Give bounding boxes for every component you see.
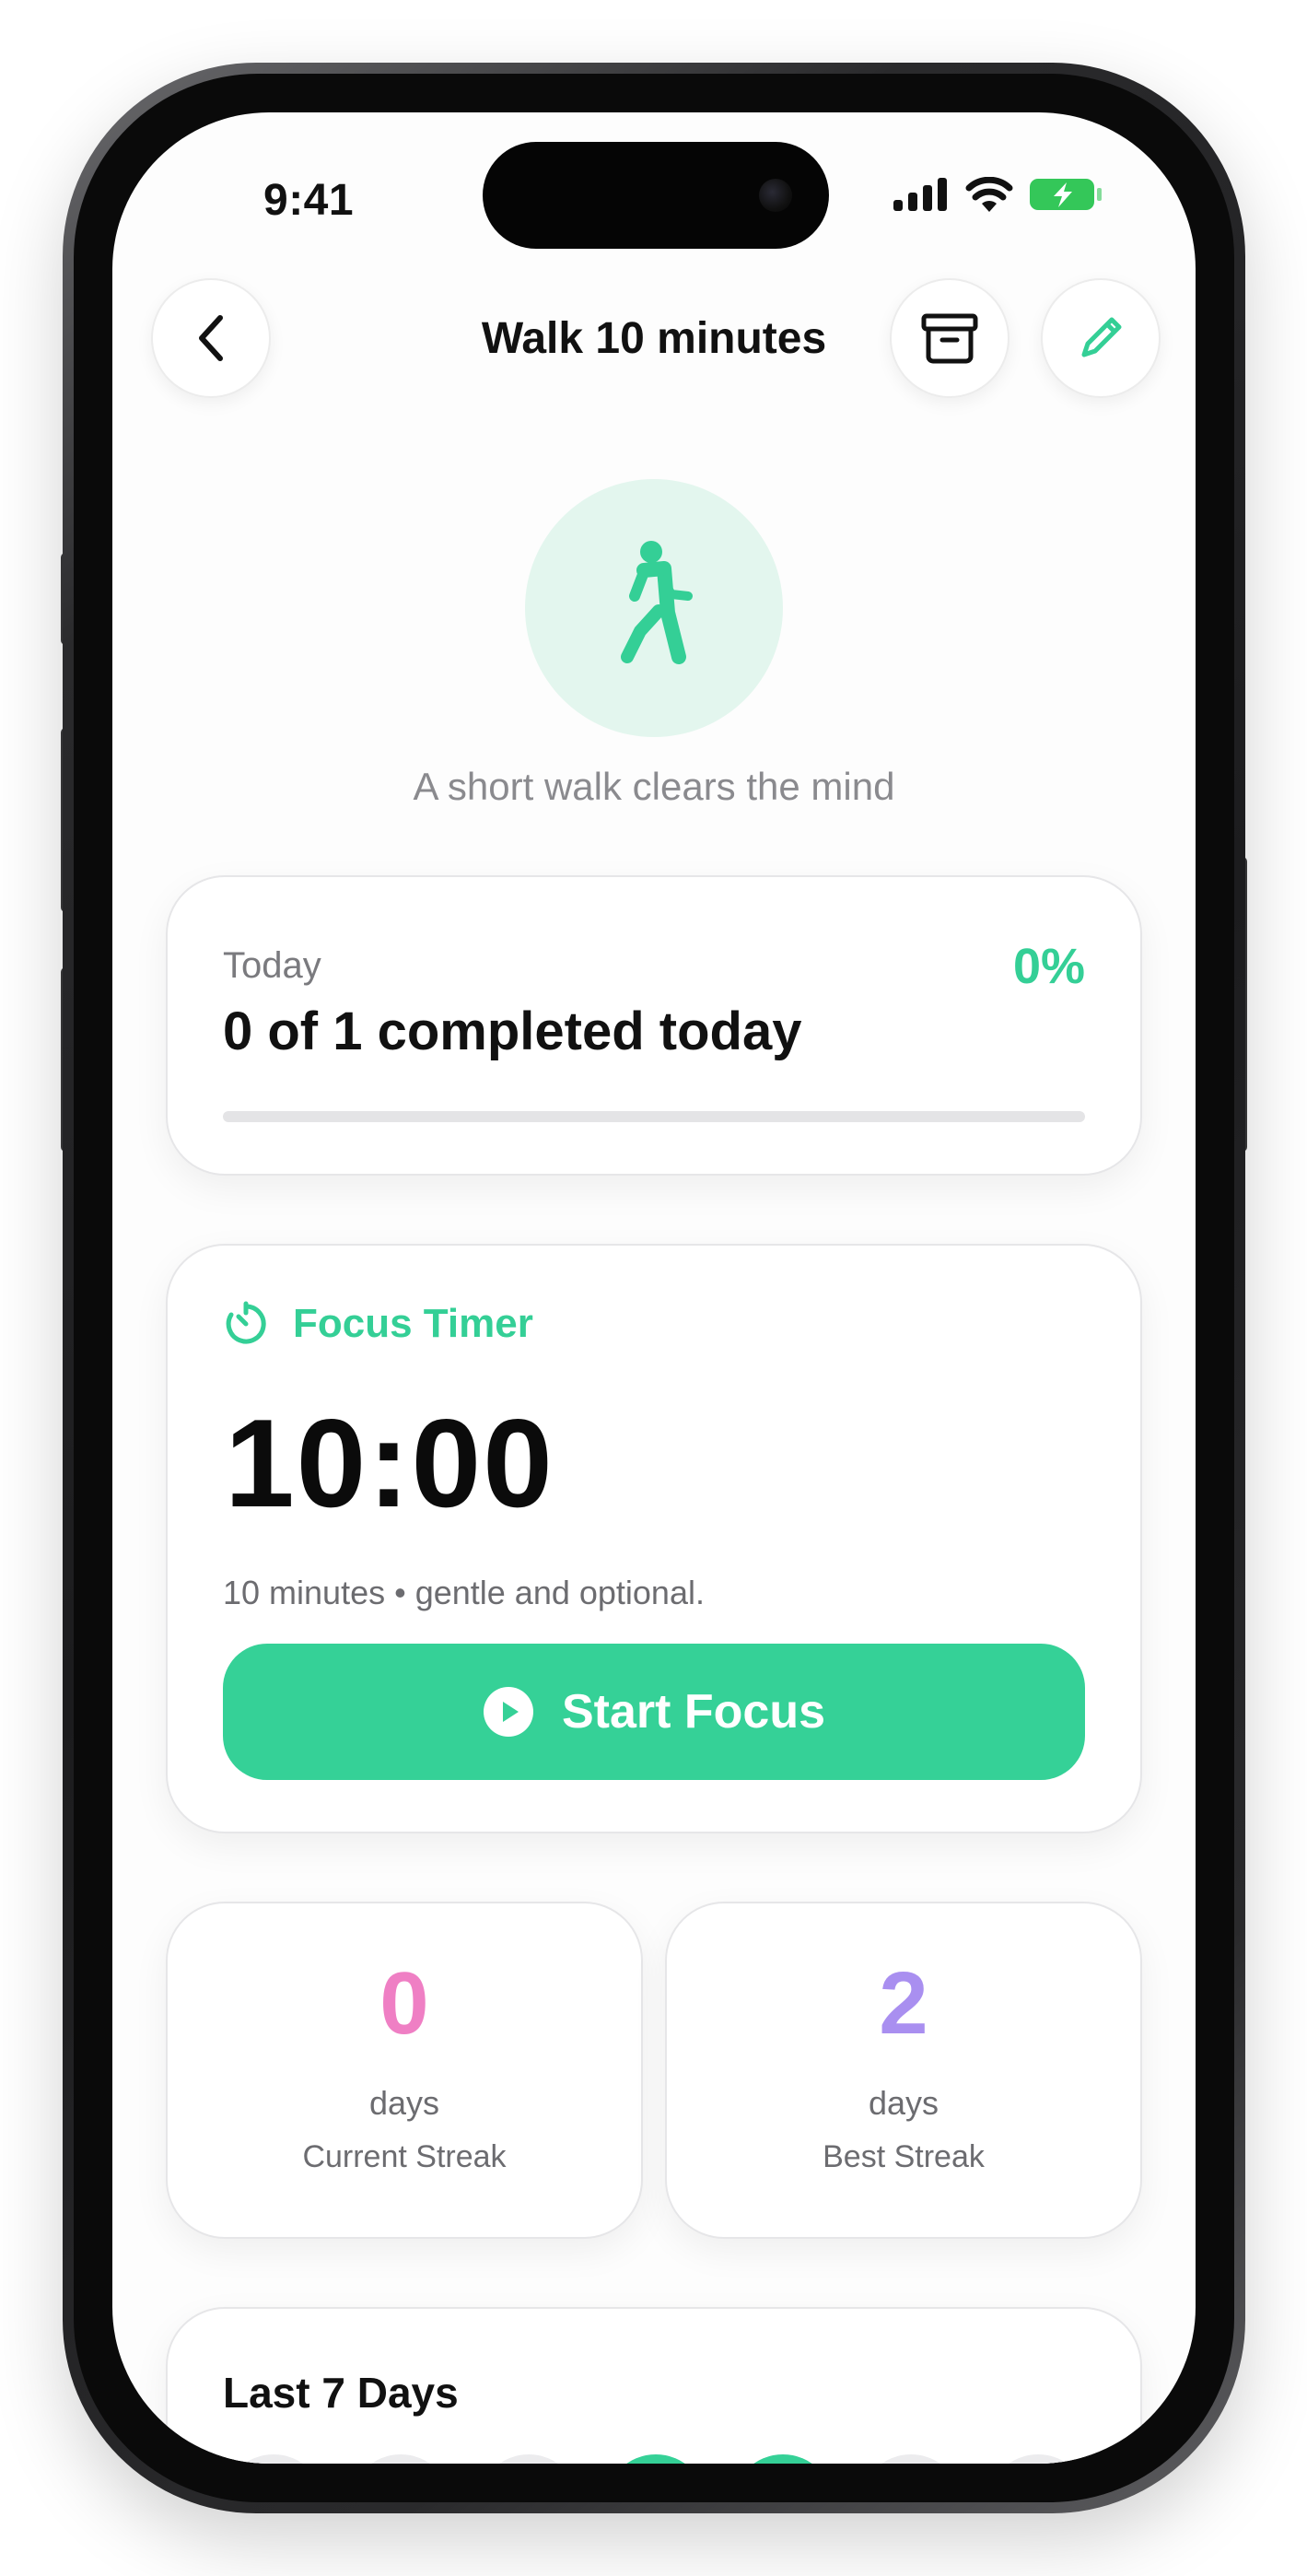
week-day-dots [223, 2454, 1089, 2464]
archive-icon [921, 313, 978, 364]
focus-timer-value: 10:00 [225, 1393, 554, 1533]
last-7-days-card: Last 7 Days [166, 2307, 1142, 2464]
day-dot [986, 2454, 1089, 2464]
walking-person-icon [621, 541, 693, 664]
best-streak-card: 2 days Best Streak [665, 1902, 1142, 2239]
day-dot [350, 2454, 452, 2464]
best-streak-caption: Best Streak [823, 2139, 985, 2174]
best-streak-value: 2 [879, 1954, 928, 2053]
play-circle-icon [483, 1687, 533, 1737]
signal-icon [893, 178, 947, 211]
pencil-icon [1081, 317, 1122, 357]
status-time: 9:41 [263, 176, 355, 225]
day-dot [604, 2454, 706, 2464]
focus-timer-note: 10 minutes • gentle and optional. [223, 1574, 705, 1611]
today-label: Today [223, 945, 321, 986]
focus-timer-card: Focus Timer 10:00 10 minutes • gentle an… [166, 1244, 1142, 1833]
page-title: Walk 10 minutes [481, 314, 827, 363]
wifi-icon [965, 177, 1013, 212]
habit-subtitle: A short walk clears the mind [413, 765, 895, 808]
today-percent: 0% [1012, 939, 1085, 994]
today-progress-card: Today 0% 0 of 1 completed today [166, 875, 1142, 1176]
best-streak-unit: days [868, 2084, 939, 2122]
today-progress-bar [223, 1111, 1085, 1122]
focus-timer-label: Focus Timer [293, 1301, 533, 1346]
archive-button[interactable] [890, 278, 1009, 398]
status-icons [893, 177, 1103, 212]
current-streak-value: 0 [379, 1954, 429, 2053]
start-focus-button[interactable]: Start Focus [223, 1644, 1085, 1780]
day-dot [732, 2454, 834, 2464]
day-dot [223, 2454, 324, 2464]
current-streak-caption: Current Streak [302, 2139, 507, 2174]
start-focus-label: Start Focus [561, 1685, 826, 1739]
day-dot [859, 2454, 962, 2464]
app-screen: 9:41 Walk 10 minutes A short walk clears… [112, 112, 1196, 2464]
battery-charging-icon [1030, 179, 1102, 210]
timer-icon [226, 1301, 266, 1344]
habit-icon-badge [525, 479, 783, 737]
edit-button[interactable] [1041, 278, 1161, 398]
current-streak-unit: days [368, 2084, 440, 2122]
last-7-days-title: Last 7 Days [223, 2369, 459, 2417]
current-streak-card: 0 days Current Streak [166, 1902, 643, 2239]
dynamic-island [483, 142, 829, 249]
day-dot [477, 2454, 579, 2464]
camera-icon [759, 179, 792, 212]
focus-header: Focus Timer [223, 1301, 533, 1347]
today-completion-text: 0 of 1 completed today [223, 1001, 802, 1061]
